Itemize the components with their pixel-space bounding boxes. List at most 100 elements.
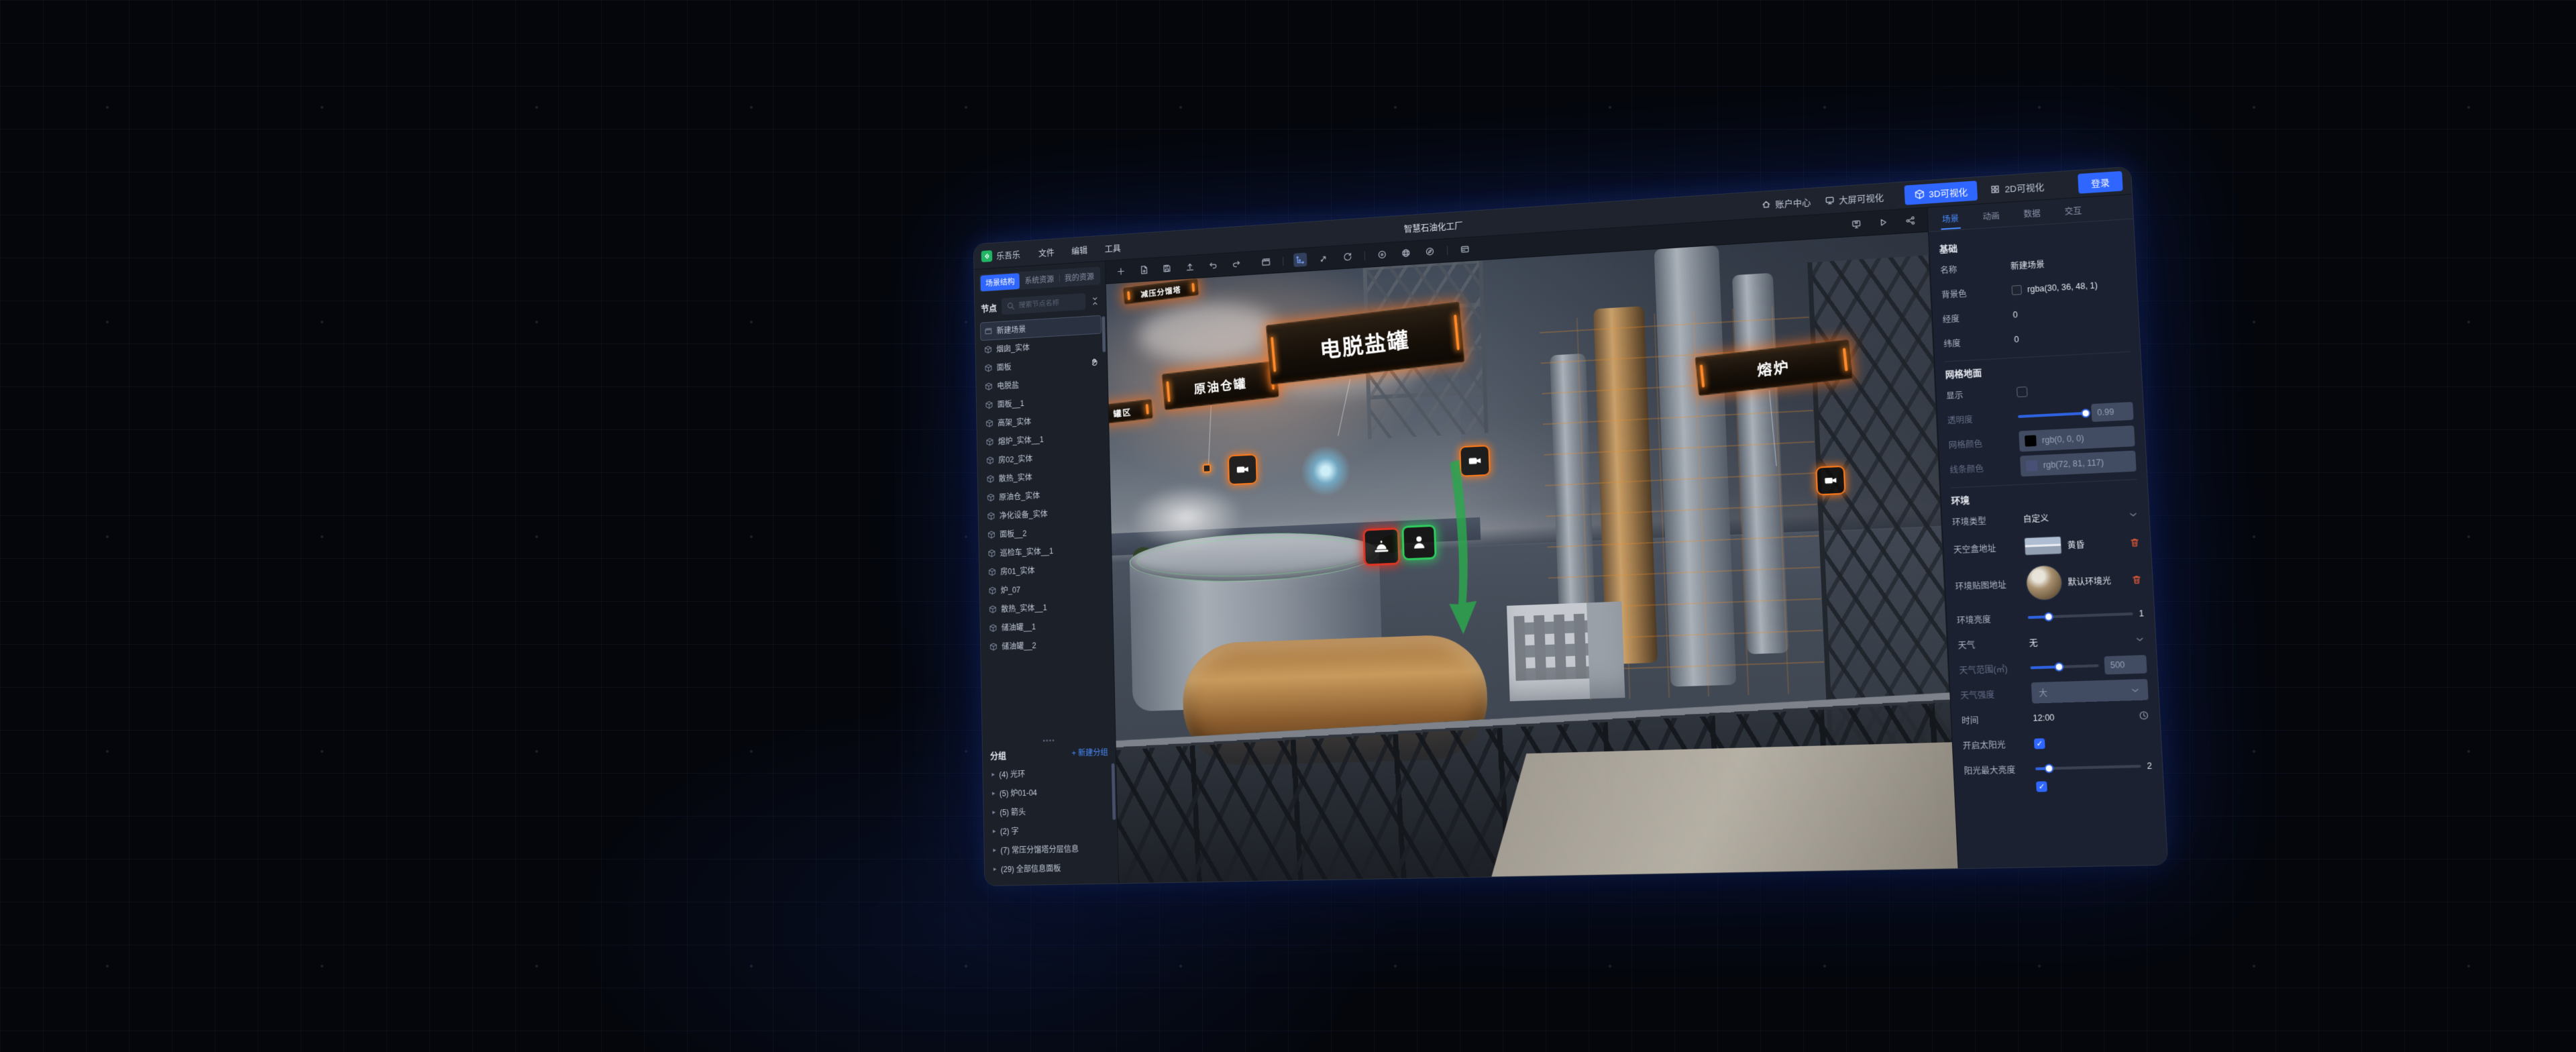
latitude-value[interactable]: 0	[2014, 335, 2019, 345]
skybox-thumbnail[interactable]	[2024, 536, 2062, 556]
tab-my-resources[interactable]: 我的资源	[1059, 268, 1099, 286]
account-center-link[interactable]: 账户中心	[1761, 195, 1811, 211]
cube-icon	[987, 549, 996, 558]
menu-file[interactable]: 文件	[1038, 246, 1055, 259]
mode-2d-button[interactable]: 2D可视化	[1980, 176, 2054, 201]
cube-icon	[989, 605, 997, 614]
time-value[interactable]: 12:00	[2033, 713, 2055, 723]
tab-interaction[interactable]: 交互	[2063, 199, 2084, 223]
play-button[interactable]	[1876, 215, 1891, 229]
chevron-right-icon: ▸	[992, 790, 996, 797]
bgcolor-value[interactable]: rgba(30, 36, 48, 1)	[2027, 280, 2098, 294]
new-file-button[interactable]	[1137, 263, 1150, 277]
add-button[interactable]	[1114, 264, 1128, 278]
weather-range-input[interactable]: 500	[2104, 655, 2147, 674]
group-item[interactable]: ▸(2) 字	[989, 819, 1112, 841]
cube-3d-icon	[1914, 189, 1925, 200]
camera-marker[interactable]	[1228, 454, 1258, 485]
alarm-marker[interactable]	[1362, 527, 1400, 566]
new-group-link[interactable]: + 新建分组	[1071, 746, 1108, 758]
cube-icon	[988, 586, 996, 595]
env-type-select[interactable]: 自定义	[2023, 508, 2139, 525]
sphere-view-button[interactable]	[1399, 246, 1413, 260]
cube-icon	[984, 364, 992, 372]
share-button[interactable]	[1902, 213, 1918, 229]
chevron-right-icon: ▸	[993, 847, 996, 854]
cube-icon	[985, 437, 994, 446]
cube-icon	[985, 401, 993, 409]
tree-scrollbar[interactable]	[1102, 316, 1106, 352]
partial-checkbox[interactable]: ✓	[2036, 781, 2047, 792]
cyan-light-flare	[1289, 433, 1362, 509]
envmap-thumbnail[interactable]	[2025, 565, 2063, 601]
anchor-dot-marker[interactable]	[1203, 464, 1212, 473]
weather-select[interactable]: 无	[2029, 633, 2145, 649]
tab-scene[interactable]: 场景	[1940, 206, 1961, 229]
toolbar-divider	[1447, 246, 1448, 255]
export-button[interactable]	[1183, 260, 1197, 274]
tree-item[interactable]: 储油罐__2	[985, 633, 1108, 657]
group-item[interactable]: ▸(5) 炉01-04	[988, 781, 1112, 803]
tab-system-resources[interactable]: 系统资源	[1020, 270, 1059, 288]
app-logo[interactable]: 乐吾乐	[981, 248, 1020, 262]
node-search[interactable]	[1002, 293, 1085, 315]
color-swatch[interactable]	[2012, 285, 2022, 295]
monitor-icon	[1824, 195, 1835, 205]
opacity-slider[interactable]	[2018, 412, 2086, 418]
menu-edit[interactable]: 编辑	[1071, 244, 1087, 257]
line-color-input[interactable]: rgb(72, 81, 117)	[2020, 450, 2137, 476]
rotate-tool-button[interactable]	[1340, 250, 1354, 264]
show-grid-checkbox[interactable]	[2017, 386, 2028, 397]
tab-animation[interactable]: 动画	[1981, 204, 2002, 227]
trash-icon[interactable]	[2131, 574, 2143, 584]
prop-row-envmap: 环境贴图地址 默认环境光	[1954, 558, 2143, 608]
grid-color-input[interactable]: rgb(0, 0, 0)	[2019, 425, 2135, 452]
building-windows	[1513, 614, 1589, 681]
tab-scene-structure[interactable]: 场景结构	[981, 273, 1020, 291]
groups-scrollbar[interactable]	[1112, 764, 1116, 820]
mode-3d-button[interactable]: 3D可视化	[1904, 180, 1978, 205]
focus-tool-button[interactable]	[1375, 248, 1389, 262]
save-button[interactable]	[1160, 261, 1173, 275]
opacity-input[interactable]: 0.99	[2091, 402, 2134, 422]
group-item[interactable]: ▸(7) 常压分馏塔分层信息	[989, 839, 1113, 860]
bigscreen-link[interactable]: 大屏可视化	[1824, 191, 1884, 207]
left-sidebar: 场景结构 系统资源 我的资源 节点 新建场景	[974, 261, 1119, 886]
worker-marker[interactable]	[1401, 525, 1436, 561]
transform-tool-button[interactable]	[1293, 253, 1307, 268]
node-search-input[interactable]	[1018, 298, 1080, 309]
properties-panel: 场景 动画 数据 交互 基础 名称 新建场景 背景色 rgba(30, 36, …	[1927, 195, 2167, 869]
color-swatch	[2026, 460, 2038, 472]
group-item[interactable]: ▸(29) 全部信息面板	[989, 857, 1113, 879]
collapse-all-icon[interactable]	[1090, 296, 1099, 306]
menu-tools[interactable]: 工具	[1105, 241, 1121, 254]
env-brightness-slider[interactable]	[2028, 613, 2133, 619]
toolbar-divider	[1364, 251, 1365, 260]
tab-data[interactable]: 数据	[2021, 201, 2042, 225]
group-item[interactable]: ▸(5) 箭头	[989, 800, 1112, 823]
group-list: ▸(4) 光环 ▸(5) 炉01-04 ▸(5) 箭头 ▸(2) 字 ▸(7) …	[983, 762, 1118, 886]
logo-icon	[981, 250, 993, 262]
cube-icon	[988, 568, 996, 576]
scene-name-value[interactable]: 新建场景	[2010, 258, 2045, 271]
login-button[interactable]: 登录	[2078, 171, 2123, 194]
camera-icon	[1823, 472, 1839, 488]
compass-button[interactable]	[1423, 244, 1437, 259]
cube-icon	[986, 474, 994, 483]
undo-button[interactable]	[1206, 258, 1220, 272]
sunlight-checkbox[interactable]: ✓	[2034, 738, 2045, 749]
scene-3d-canvas[interactable]: 减压分馏塔 罐区 原油仓罐 电脱盐罐 熔炉	[1106, 232, 1958, 883]
move-tool-button[interactable]	[1317, 251, 1331, 266]
weather-range-slider[interactable]	[2031, 664, 2099, 669]
envmap-value: 默认环境光	[2068, 574, 2111, 588]
trash-icon[interactable]	[2129, 537, 2141, 547]
longitude-value[interactable]: 0	[2012, 310, 2018, 320]
camera-marker[interactable]	[1815, 466, 1845, 496]
clock-icon[interactable]	[2138, 710, 2149, 721]
weather-strength-select[interactable]: 大	[2031, 679, 2149, 704]
panel-layout-button[interactable]	[1458, 242, 1472, 257]
redo-button[interactable]	[1230, 257, 1243, 271]
preview-button[interactable]	[1849, 217, 1864, 231]
sun-max-slider[interactable]	[2035, 765, 2141, 770]
animation-clip-button[interactable]	[1259, 255, 1273, 269]
